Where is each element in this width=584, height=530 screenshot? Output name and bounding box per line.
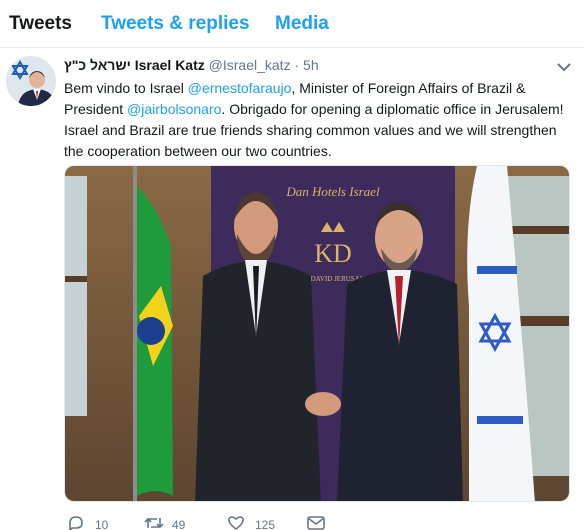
separator: · (294, 57, 300, 73)
display-name[interactable]: ישראל כ"ץ Israel Katz (64, 57, 205, 73)
handle[interactable]: @Israel_katz (209, 57, 291, 73)
tab-media[interactable]: Media (275, 13, 329, 35)
backdrop-text: Dan Hotels Israel (285, 184, 380, 199)
chevron-down-icon[interactable] (556, 60, 572, 72)
reply-count: 10 (95, 518, 109, 530)
tweet-photo[interactable]: Dan Hotels Israel KD KING DAVID JERUSALE… (64, 165, 570, 502)
reply-icon (69, 516, 83, 530)
tweet-header: ישראל כ"ץ Israel Katz @Israel_katz · 5h (64, 57, 319, 75)
mention-link[interactable]: @jairbolsonaro (127, 101, 221, 117)
tweet-text-part: Bem vindo to Israel (64, 80, 188, 96)
timestamp[interactable]: 5h (303, 57, 319, 73)
tweet-text: Bem vindo to Israel @ernestofaraujo, Min… (64, 78, 574, 162)
profile-tabs: Tweets Tweets & replies Media (0, 0, 584, 48)
tab-tweets[interactable]: Tweets (9, 13, 72, 35)
tweet-actions: 10 49 125 (64, 516, 394, 530)
retweet-count: 49 (172, 518, 186, 530)
avatar[interactable] (6, 56, 56, 106)
envelope-icon (307, 516, 325, 530)
tab-tweets-and-replies[interactable]: Tweets & replies (101, 13, 250, 35)
photo-illustration: Dan Hotels Israel KD KING DAVID JERUSALE… (65, 166, 569, 501)
mention-link[interactable]: @ernestofaraujo (188, 80, 292, 96)
like-count: 125 (255, 518, 276, 530)
tweet[interactable]: ישראל כ"ץ Israel Katz @Israel_katz · 5h … (0, 48, 584, 530)
heart-icon (228, 516, 244, 530)
profile-photo-icon (6, 56, 56, 106)
logo-text: KD (314, 239, 352, 268)
retweet-icon (144, 517, 164, 529)
